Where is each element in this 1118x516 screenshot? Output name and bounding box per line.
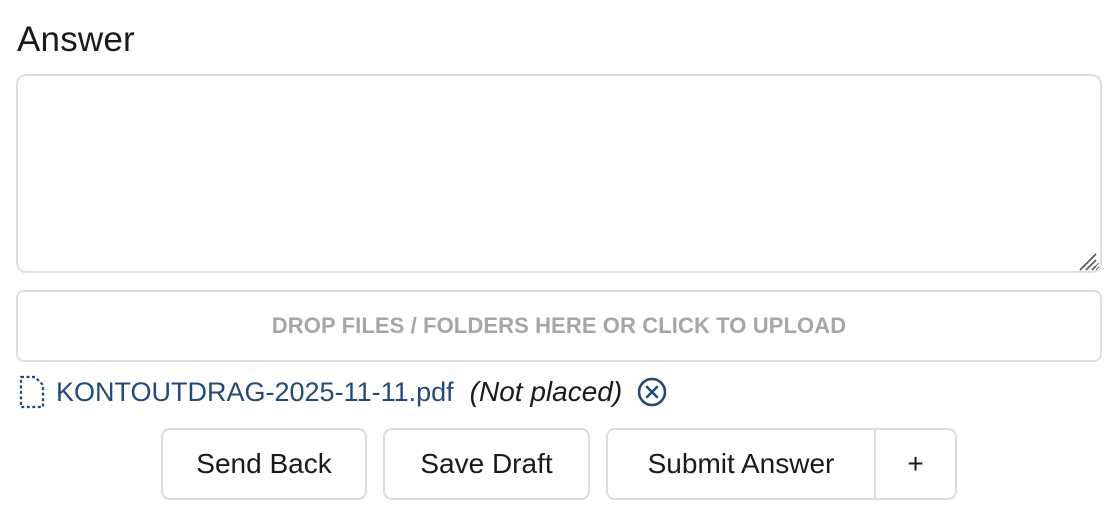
attachment-filename[interactable]: KONTOUTDRAG-2025-11-11.pdf: [56, 377, 454, 408]
submit-more-options-button[interactable]: +: [874, 428, 957, 500]
send-back-button[interactable]: Send Back: [161, 428, 367, 500]
save-draft-button[interactable]: Save Draft: [383, 428, 590, 500]
attachment-item: KONTOUTDRAG-2025-11-11.pdf (Not placed): [18, 372, 668, 412]
dropzone-label: DROP FILES / FOLDERS HERE OR CLICK TO UP…: [271, 313, 847, 338]
file-icon: [19, 375, 45, 409]
attachment-status: (Not placed): [469, 376, 623, 407]
file-dropzone[interactable]: DROP FILES / FOLDERS HERE OR CLICK TO UP…: [16, 290, 1102, 362]
answer-textarea[interactable]: [16, 74, 1102, 273]
resize-grip-icon[interactable]: [1076, 250, 1098, 272]
submit-answer-button[interactable]: Submit Answer: [606, 428, 876, 500]
answer-heading: Answer: [17, 20, 135, 59]
remove-circle-x-icon[interactable]: [636, 376, 668, 408]
